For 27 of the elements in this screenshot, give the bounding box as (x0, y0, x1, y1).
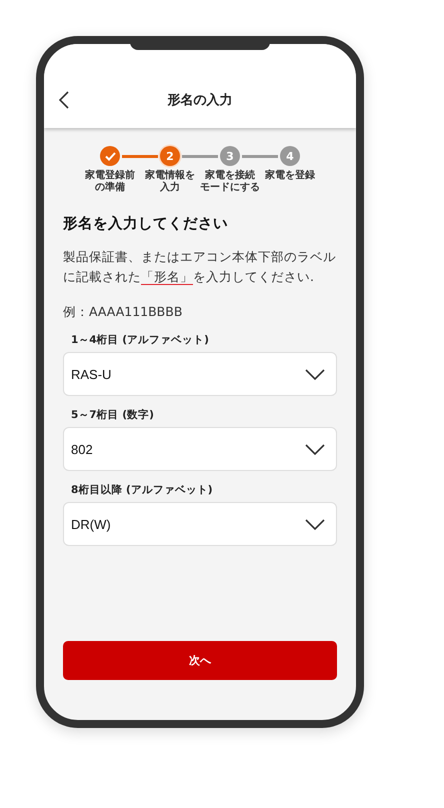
select-field[interactable]: RAS-U (63, 352, 337, 396)
field-label: 1～4桁目 (アルファベット) (70, 333, 210, 347)
step-number: 3 (226, 150, 234, 162)
field-label: 8桁目以降 (アルファベット) (70, 483, 214, 497)
model-name-link[interactable]: 「形名」 (141, 269, 193, 285)
step-label: の準備 (95, 182, 125, 194)
step-label: 入力 (160, 182, 180, 194)
back-icon[interactable] (59, 91, 69, 109)
step-label: 家電を接続 (205, 170, 255, 182)
check-icon (104, 152, 116, 160)
step-number: 2 (166, 150, 174, 162)
next-button[interactable]: 次へ (63, 641, 337, 680)
step-label: 家電登録前 (85, 170, 135, 182)
screen-title: 形名の入力 (168, 92, 232, 109)
step-label: 家電を登録 (265, 170, 315, 182)
field-label: 5～7桁目 (数字) (70, 408, 155, 422)
select-field[interactable]: 802 (63, 427, 337, 471)
instruction-text: 製品保証書、またはエアコン本体下部のラベルに記載された「形名」を入力してください. (63, 248, 337, 287)
step-label: 家電情報を (145, 170, 195, 182)
chevron-down-icon (305, 518, 325, 530)
example-text: 例：AAAA111BBBB (63, 304, 184, 321)
step-number: 4 (286, 150, 294, 162)
select-field[interactable]: DR(W) (63, 502, 337, 546)
chevron-down-icon (305, 368, 325, 380)
chevron-down-icon (305, 444, 325, 454)
step-label: モードにする (200, 182, 260, 194)
page-heading: 形名を入力してください (63, 214, 229, 233)
